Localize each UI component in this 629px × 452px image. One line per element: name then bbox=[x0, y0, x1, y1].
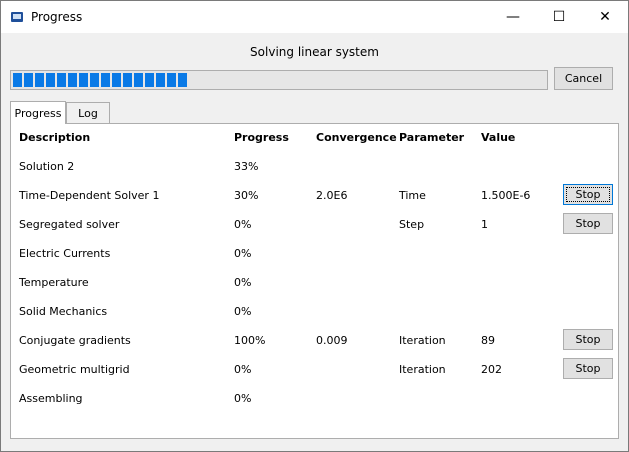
row-description: Conjugate gradients bbox=[19, 334, 131, 347]
row-progress: 0% bbox=[234, 305, 252, 318]
tab-log[interactable]: Log bbox=[66, 102, 110, 123]
row-description: Solid Mechanics bbox=[19, 305, 108, 318]
header-description: Description bbox=[19, 131, 91, 144]
title-bar: Progress — ☐ ✕ bbox=[1, 1, 628, 33]
row-description: Solution 2 bbox=[19, 160, 75, 173]
row-parameter: Iteration bbox=[399, 334, 446, 347]
tab-progress[interactable]: Progress bbox=[10, 101, 66, 124]
header-convergence: Convergence bbox=[316, 131, 397, 144]
stop-button[interactable]: Stop bbox=[563, 184, 613, 205]
row-value: 1.500E-6 bbox=[481, 189, 531, 202]
progress-panel bbox=[10, 123, 619, 439]
cancel-button[interactable]: Cancel bbox=[554, 67, 613, 90]
row-description: Electric Currents bbox=[19, 247, 111, 260]
minimize-button[interactable]: — bbox=[490, 1, 536, 33]
row-description: Geometric multigrid bbox=[19, 363, 130, 376]
stop-button[interactable]: Stop bbox=[563, 213, 613, 234]
row-convergence: 2.0E6 bbox=[316, 189, 348, 202]
app-icon bbox=[11, 12, 23, 22]
header-parameter: Parameter bbox=[399, 131, 465, 144]
row-convergence: 0.009 bbox=[316, 334, 348, 347]
row-value: 89 bbox=[481, 334, 495, 347]
row-parameter: Step bbox=[399, 218, 425, 231]
header-value: Value bbox=[481, 131, 516, 144]
row-description: Segregated solver bbox=[19, 218, 120, 231]
close-button[interactable]: ✕ bbox=[582, 1, 628, 33]
row-progress: 0% bbox=[234, 276, 252, 289]
row-description: Time-Dependent Solver 1 bbox=[19, 189, 160, 202]
row-value: 202 bbox=[481, 363, 502, 376]
row-progress: 100% bbox=[234, 334, 266, 347]
row-progress: 0% bbox=[234, 247, 252, 260]
progress-bar-fill bbox=[13, 73, 189, 87]
row-description: Temperature bbox=[19, 276, 89, 289]
window-title: Progress bbox=[31, 10, 83, 24]
maximize-button[interactable]: ☐ bbox=[536, 1, 582, 33]
progress-window: Progress — ☐ ✕ Solving linear system Can… bbox=[0, 0, 629, 452]
stop-button[interactable]: Stop bbox=[563, 358, 613, 379]
row-progress: 0% bbox=[234, 218, 252, 231]
row-progress: 0% bbox=[234, 363, 252, 376]
row-progress: 30% bbox=[234, 189, 259, 202]
header-progress: Progress bbox=[234, 131, 289, 144]
row-value: 1 bbox=[481, 218, 488, 231]
row-progress: 0% bbox=[234, 392, 252, 405]
row-progress: 33% bbox=[234, 160, 259, 173]
row-parameter: Iteration bbox=[399, 363, 446, 376]
stop-button[interactable]: Stop bbox=[563, 329, 613, 350]
status-text: Solving linear system bbox=[250, 45, 379, 59]
row-parameter: Time bbox=[399, 189, 426, 202]
progress-bar bbox=[10, 70, 548, 90]
row-description: Assembling bbox=[19, 392, 83, 405]
